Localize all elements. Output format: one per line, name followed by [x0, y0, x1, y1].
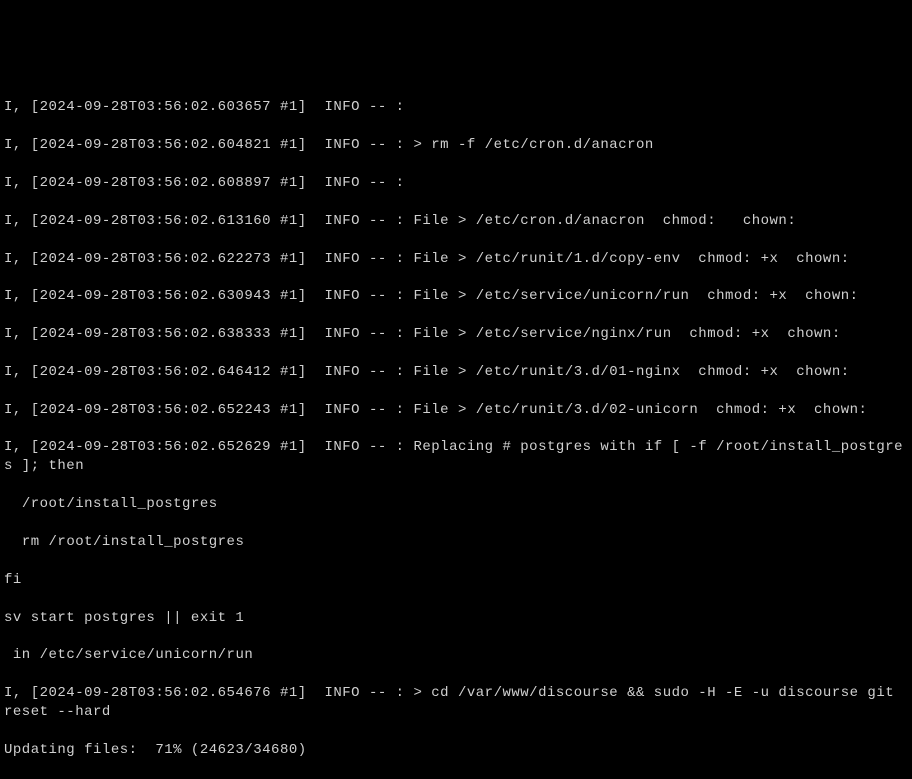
log-line: I, [2024-09-28T03:56:02.622273 #1] INFO …: [4, 250, 908, 269]
log-line: I, [2024-09-28T03:56:02.604821 #1] INFO …: [4, 136, 908, 155]
log-line: I, [2024-09-28T03:56:02.652629 #1] INFO …: [4, 438, 908, 476]
log-line: rm /root/install_postgres: [4, 533, 908, 552]
log-line: sv start postgres || exit 1: [4, 609, 908, 628]
log-line: /root/install_postgres: [4, 495, 908, 514]
log-line: I, [2024-09-28T03:56:02.603657 #1] INFO …: [4, 98, 908, 117]
log-line: fi: [4, 571, 908, 590]
log-line: I, [2024-09-28T03:56:02.654676 #1] INFO …: [4, 684, 908, 722]
log-line: I, [2024-09-28T03:56:02.652243 #1] INFO …: [4, 401, 908, 420]
log-line: I, [2024-09-28T03:56:02.630943 #1] INFO …: [4, 287, 908, 306]
log-line: I, [2024-09-28T03:56:02.646412 #1] INFO …: [4, 363, 908, 382]
log-line: I, [2024-09-28T03:56:02.638333 #1] INFO …: [4, 325, 908, 344]
log-line: I, [2024-09-28T03:56:02.613160 #1] INFO …: [4, 212, 908, 231]
log-line: I, [2024-09-28T03:56:02.608897 #1] INFO …: [4, 174, 908, 193]
log-line: Updating files: 71% (24623/34680): [4, 741, 908, 760]
terminal-output: I, [2024-09-28T03:56:02.603657 #1] INFO …: [4, 80, 908, 576]
log-line: in /etc/service/unicorn/run: [4, 646, 908, 665]
